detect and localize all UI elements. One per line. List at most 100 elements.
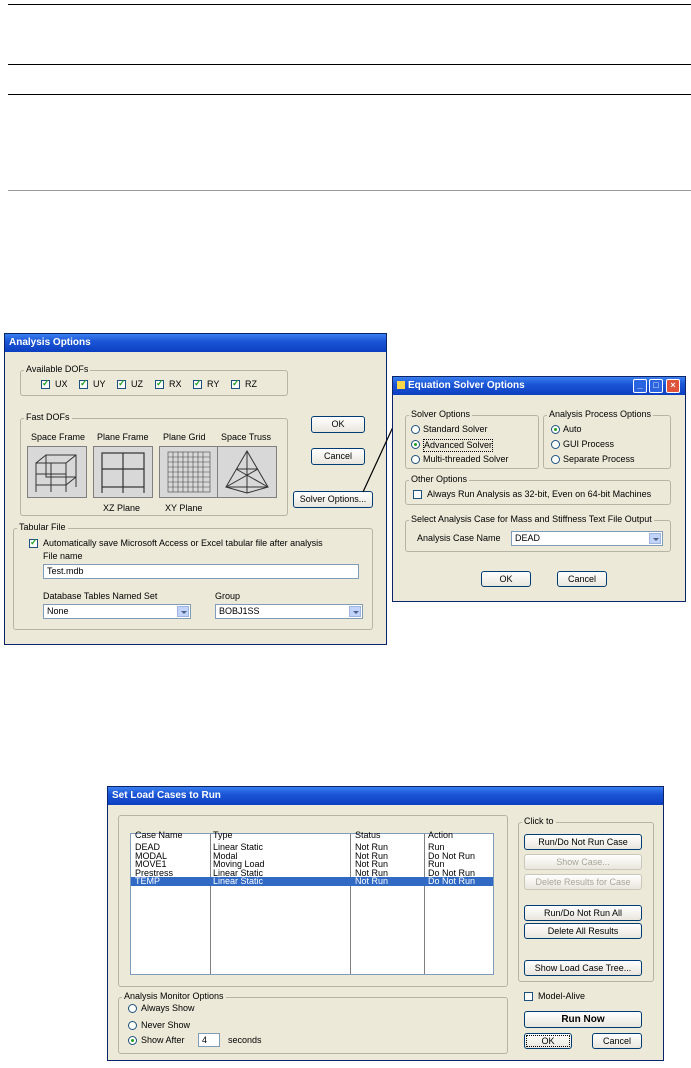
dof-rz-label: RZ bbox=[245, 379, 257, 389]
plane-frame-sublabel: XZ Plane bbox=[103, 503, 141, 513]
space-frame-icon bbox=[35, 454, 77, 492]
dof-ry-label: RY bbox=[207, 379, 220, 389]
group-value: BOBJ1SS bbox=[219, 606, 260, 616]
solver-cancel-button[interactable]: Cancel bbox=[557, 571, 607, 587]
dof-ry-checkbox[interactable] bbox=[193, 378, 202, 389]
auto-save-checkbox[interactable] bbox=[29, 537, 38, 548]
analysis-case-select[interactable]: DEAD bbox=[511, 531, 663, 546]
auto-label: Auto bbox=[563, 424, 582, 434]
advanced-solver-radio[interactable] bbox=[411, 440, 420, 449]
db-tables-label: Database Tables Named Set bbox=[43, 591, 158, 601]
dof-rz-checkbox[interactable] bbox=[231, 378, 240, 389]
plane-grid-sublabel: XY Plane bbox=[165, 503, 203, 513]
dof-uz-checkbox[interactable] bbox=[117, 378, 126, 389]
auto-radio[interactable] bbox=[551, 425, 560, 434]
show-after-label: Show After bbox=[141, 1035, 185, 1045]
chevron-down-icon[interactable] bbox=[177, 606, 189, 617]
delete-all-results-button[interactable]: Delete All Results bbox=[524, 923, 642, 939]
cell-name: TEMP bbox=[135, 876, 161, 886]
dof-ux-checkbox[interactable] bbox=[41, 378, 50, 389]
equation-solver-dialog: Equation Solver Options _ □ × Solver Opt… bbox=[392, 376, 686, 602]
plane-grid-button[interactable] bbox=[159, 446, 219, 498]
equation-solver-title-text: Equation Solver Options bbox=[408, 380, 525, 391]
cell-status: Not Run bbox=[355, 876, 389, 886]
dof-uz-label: UZ bbox=[131, 379, 143, 389]
group-label: Group bbox=[215, 591, 241, 601]
col-header-status: Status bbox=[355, 830, 381, 840]
plane-frame-button[interactable] bbox=[93, 446, 153, 498]
always-32bit-checkbox[interactable] bbox=[413, 490, 422, 499]
never-show-radio[interactable] bbox=[128, 1021, 137, 1030]
table-rule-top bbox=[8, 64, 691, 65]
separate-process-radio[interactable] bbox=[551, 455, 560, 464]
group-select[interactable]: BOBJ1SS bbox=[215, 604, 363, 619]
db-tables-select[interactable]: None bbox=[43, 604, 191, 619]
load-cases-title: Set Load Cases to Run bbox=[108, 787, 663, 805]
show-after-radio[interactable] bbox=[128, 1036, 137, 1045]
load-cases-ok-button[interactable]: OK bbox=[524, 1033, 572, 1049]
tabular-file-label: Tabular File bbox=[17, 522, 68, 532]
table-rule-bottom bbox=[8, 190, 691, 191]
analysis-case-name-label: Analysis Case Name bbox=[417, 533, 501, 543]
process-options-label: Analysis Process Options bbox=[547, 409, 654, 419]
show-load-case-tree-button[interactable]: Show Load Case Tree... bbox=[524, 960, 642, 976]
load-cases-dialog: Set Load Cases to Run Case Name Type Sta… bbox=[107, 786, 664, 1061]
dof-uy-checkbox[interactable] bbox=[79, 378, 88, 389]
model-alive-checkbox[interactable] bbox=[524, 992, 533, 1001]
fast-dof-space-frame-label: Space Frame bbox=[31, 432, 86, 442]
multithreaded-solver-label: Multi-threaded Solver bbox=[423, 454, 509, 464]
separate-process-label: Separate Process bbox=[563, 454, 635, 464]
multithreaded-solver-radio[interactable] bbox=[411, 455, 420, 464]
analysis-options-title: Analysis Options bbox=[5, 334, 386, 352]
dof-ux-label: UX bbox=[55, 379, 68, 389]
close-icon[interactable]: × bbox=[666, 379, 680, 393]
minimize-icon[interactable]: _ bbox=[633, 379, 647, 393]
col-header-action: Action bbox=[428, 830, 454, 840]
always-show-radio[interactable] bbox=[128, 1004, 137, 1013]
select-case-label: Select Analysis Case for Mass and Stiffn… bbox=[409, 514, 654, 524]
delete-results-for-case-button[interactable]: Delete Results for Case bbox=[524, 874, 642, 890]
fast-dof-plane-grid-label: Plane Grid bbox=[163, 432, 206, 442]
monitor-label: Analysis Monitor Options bbox=[122, 991, 226, 1001]
dof-rx-checkbox[interactable] bbox=[155, 378, 164, 389]
gui-process-label: GUI Process bbox=[563, 439, 615, 449]
dof-uy-label: UY bbox=[93, 379, 106, 389]
standard-solver-radio[interactable] bbox=[411, 425, 420, 434]
standard-solver-label: Standard Solver bbox=[423, 424, 488, 434]
run-now-button[interactable]: Run Now bbox=[524, 1011, 642, 1028]
other-options-label: Other Options bbox=[409, 474, 470, 484]
solver-ok-button[interactable]: OK bbox=[481, 571, 531, 587]
fast-dof-plane-frame-label: Plane Frame bbox=[97, 432, 149, 442]
top-rule bbox=[8, 4, 691, 5]
analysis-cancel-button[interactable]: Cancel bbox=[311, 448, 365, 465]
run-do-not-run-all-button[interactable]: Run/Do Not Run All bbox=[524, 905, 642, 921]
analysis-ok-button[interactable]: OK bbox=[311, 416, 365, 433]
load-cases-cancel-button[interactable]: Cancel bbox=[592, 1033, 642, 1049]
analysis-options-dialog: Analysis Options Available DOFs Fast DOF… bbox=[4, 333, 387, 645]
always-show-label: Always Show bbox=[141, 1003, 195, 1013]
show-case-button[interactable]: Show Case... bbox=[524, 854, 642, 870]
plane-frame-icon bbox=[101, 452, 145, 493]
maximize-icon[interactable]: □ bbox=[649, 379, 663, 393]
file-name-input[interactable]: Test.mdb bbox=[43, 564, 359, 579]
fast-dofs-label: Fast DOFs bbox=[24, 412, 72, 422]
col-header-type: Type bbox=[213, 830, 233, 840]
run-do-not-run-case-button[interactable]: Run/Do Not Run Case bbox=[524, 834, 642, 850]
chevron-down-icon[interactable] bbox=[349, 606, 361, 617]
cell-type: Linear Static bbox=[213, 876, 264, 886]
table-rule-mid bbox=[8, 94, 691, 95]
dof-rx-label: RX bbox=[169, 379, 182, 389]
always-32bit-label: Always Run Analysis as 32-bit, Even on 6… bbox=[427, 489, 652, 499]
chevron-down-icon[interactable] bbox=[649, 533, 661, 544]
file-name-label: File name bbox=[43, 551, 83, 561]
plane-grid-icon bbox=[167, 451, 211, 493]
space-truss-icon bbox=[225, 450, 269, 494]
space-frame-button[interactable] bbox=[27, 446, 87, 498]
gui-process-radio[interactable] bbox=[551, 440, 560, 449]
db-tables-value: None bbox=[47, 606, 69, 616]
fast-dof-space-truss-label: Space Truss bbox=[221, 432, 272, 442]
space-truss-button[interactable] bbox=[217, 446, 277, 498]
show-after-input[interactable]: 4 bbox=[198, 1033, 220, 1047]
click-to-label: Click to bbox=[522, 816, 556, 826]
advanced-solver-label: Advanced Solver bbox=[423, 439, 494, 452]
